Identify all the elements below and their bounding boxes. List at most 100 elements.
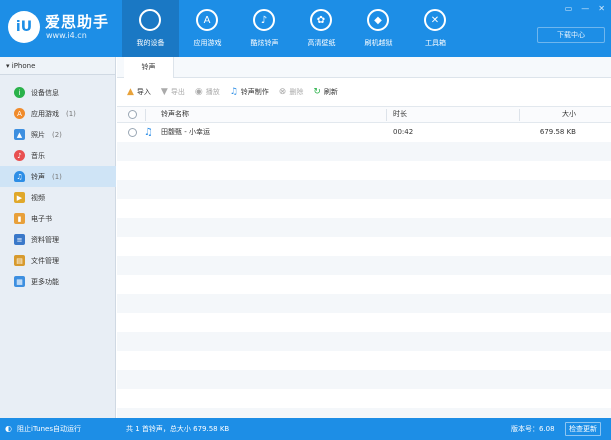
app-logo: iU 爱思助手 www.i4.cn — [8, 9, 118, 45]
tab-ringtones[interactable]: 铃声 — [124, 57, 174, 78]
column-separator — [145, 109, 146, 121]
top-bar: iU 爱思助手 www.i4.cn 我的设备 A 应用游戏 ♪ 酷炫铃声 ✿ 高… — [0, 0, 611, 57]
nav-tab-toolbox[interactable]: ✕ 工具箱 — [407, 0, 464, 57]
bell-icon: ♪ — [253, 9, 275, 31]
video-icon: ▶ — [14, 192, 25, 203]
close-icon[interactable]: ✕ — [598, 4, 605, 13]
sidebar-item-video[interactable]: ▶ 视频 — [0, 187, 116, 208]
nav-tab-flash-jailbreak[interactable]: ◆ 刷机越狱 — [350, 0, 407, 57]
sidebar-item-label: 铃声 — [31, 172, 45, 181]
status-bar: ◐ 阻止iTunes自动运行 共 1 首铃声，总大小 679.58 KB 版本号… — [0, 418, 611, 440]
tools-icon: ✕ — [424, 9, 446, 31]
version-text: 版本号：6.08 — [511, 425, 555, 433]
nav-tab-my-device[interactable]: 我的设备 — [122, 0, 179, 57]
logo-badge: iU — [8, 11, 40, 43]
table-stripe — [117, 218, 611, 237]
table-stripe — [117, 389, 611, 408]
app-store-icon: A — [196, 9, 218, 31]
sidebar-item-data-management[interactable]: ≡ 资料管理 — [0, 229, 116, 250]
nav-tab-label: 工具箱 — [425, 39, 446, 47]
window-controls: ▭ — ✕ — [565, 4, 605, 13]
ringtone-duration: 00:42 — [393, 128, 414, 136]
export-icon: ▼ — [160, 87, 168, 97]
app-name: 爱思助手 — [45, 13, 110, 31]
column-header-size[interactable]: 大小 — [562, 107, 576, 122]
delete-icon: ⊗ — [278, 87, 287, 97]
nav-tab-apps[interactable]: A 应用游戏 — [179, 0, 236, 57]
nav-tab-ringtones[interactable]: ♪ 酷炫铃声 — [236, 0, 293, 57]
import-icon: ▲ — [127, 87, 134, 97]
table-body: ♫ 田馥甄 - 小幸运 00:42 679.58 KB — [117, 123, 611, 418]
column-header-duration[interactable]: 时长 — [393, 107, 407, 122]
bell-icon: ♫ — [14, 171, 25, 182]
ringtone-maker-button[interactable]: ♫ 铃声制作 — [230, 87, 269, 97]
row-checkbox[interactable] — [128, 128, 137, 137]
import-label: 导入 — [136, 88, 151, 96]
refresh-label: 刷新 — [323, 88, 338, 96]
bell-icon: ♫ — [144, 127, 153, 138]
sidebar-item-label: 视频 — [31, 193, 45, 202]
sidebar: ▾ iPhone i 设备信息 A 应用游戏 (1) ▲ 照片 (2) ♪ 音乐… — [0, 57, 116, 418]
sidebar-item-label: 设备信息 — [31, 88, 59, 97]
toolbar: ▲ 导入 ▼ 导出 ◉ 播放 ♫ 铃声制作 ⊗ 删除 ↻ 刷新 — [117, 78, 611, 106]
sidebar-item-device-info[interactable]: i 设备信息 — [0, 82, 116, 103]
table-row[interactable]: ♫ 田馥甄 - 小幸运 00:42 679.58 KB — [117, 123, 611, 142]
table-stripe — [117, 294, 611, 313]
table-stripe — [117, 351, 611, 370]
column-separator — [519, 109, 520, 121]
sidebar-item-file-management[interactable]: ▤ 文件管理 — [0, 250, 116, 271]
nav-tab-label: 高清壁纸 — [307, 39, 336, 47]
book-icon: ▮ — [14, 213, 25, 224]
play-label: 播放 — [205, 88, 220, 96]
export-button[interactable]: ▼ 导出 — [161, 87, 185, 97]
block-itunes-toggle[interactable]: 阻止iTunes自动运行 — [17, 418, 81, 440]
sidebar-item-label: 资料管理 — [31, 235, 59, 244]
device-header[interactable]: ▾ iPhone — [0, 57, 115, 75]
sidebar-item-apps[interactable]: A 应用游戏 (1) — [0, 103, 116, 124]
refresh-icon: ↻ — [313, 87, 321, 97]
sidebar-item-count: (1) — [66, 109, 76, 118]
sidebar-item-music[interactable]: ♪ 音乐 — [0, 145, 116, 166]
menu-icon[interactable]: ▭ — [565, 4, 573, 13]
table-stripe — [117, 332, 611, 351]
sidebar-item-ringtones[interactable]: ♫ 铃声 (1) — [0, 166, 116, 187]
device-name: iPhone — [11, 62, 36, 70]
column-header-name[interactable]: 铃声名称 — [161, 107, 189, 122]
import-button[interactable]: ▲ 导入 — [127, 87, 151, 97]
dropbox-icon: ◆ — [367, 9, 389, 31]
sidebar-item-ebooks[interactable]: ▮ 电子书 — [0, 208, 116, 229]
sidebar-item-label: 电子书 — [31, 214, 52, 223]
sidebar-item-photos[interactable]: ▲ 照片 (2) — [0, 124, 116, 145]
table-header: 铃声名称 时长 大小 — [117, 106, 611, 123]
select-all-checkbox[interactable] — [128, 110, 137, 119]
app-url: www.i4.cn — [46, 31, 87, 40]
play-button[interactable]: ◉ 播放 — [195, 87, 220, 97]
minimize-icon[interactable]: — — [581, 4, 589, 13]
delete-label: 删除 — [289, 88, 304, 96]
nav-tab-label: 我的设备 — [136, 39, 165, 47]
delete-button[interactable]: ⊗ 删除 — [279, 87, 304, 97]
tab-bar: 铃声 — [117, 57, 611, 78]
table-stripe — [117, 161, 611, 180]
file-icon: ▤ — [14, 255, 25, 266]
info-icon: i — [14, 87, 25, 98]
summary-text: 共 1 首铃声，总大小 679.58 KB — [126, 425, 230, 433]
download-center-button[interactable]: 下载中心 — [537, 27, 605, 43]
photo-icon: ▲ — [14, 129, 25, 140]
refresh-button[interactable]: ↻ 刷新 — [313, 87, 338, 97]
contacts-icon: ≡ — [14, 234, 25, 245]
table-stripe — [117, 180, 611, 199]
music-icon: ♪ — [14, 150, 25, 161]
table-stripe — [117, 370, 611, 389]
nav-tab-label: 应用游戏 — [193, 39, 222, 47]
nav-tab-wallpapers[interactable]: ✿ 高清壁纸 — [293, 0, 350, 57]
check-update-button[interactable]: 检查更新 — [565, 422, 601, 436]
sidebar-item-more[interactable]: ▦ 更多功能 — [0, 271, 116, 292]
table-stripe — [117, 275, 611, 294]
itunes-block-icon: ◐ — [5, 424, 12, 433]
sidebar-item-label: 文件管理 — [31, 256, 59, 265]
ringtone-name: 田馥甄 - 小幸运 — [161, 128, 210, 136]
ringtone-maker-label: 铃声制作 — [240, 88, 269, 96]
flower-icon: ✿ — [310, 9, 332, 31]
table-stripe — [117, 408, 611, 418]
